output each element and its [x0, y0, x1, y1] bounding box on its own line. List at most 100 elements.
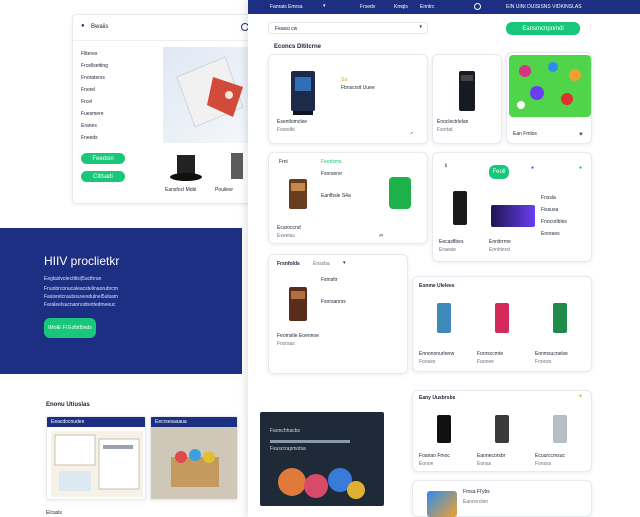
filter-select-value: Feassi cw: [275, 26, 298, 32]
lower-card[interactable]: Eecrsesasaua: [150, 416, 238, 500]
brand-name[interactable]: Fanrais Emrsa: [270, 4, 303, 10]
promo-thumb: [427, 491, 457, 517]
product-image: [495, 415, 509, 443]
featured-product-card[interactable]: Ean Fmlos ◆: [506, 52, 592, 144]
product-label: Esentlomclee: [277, 119, 308, 125]
sidebar-button-primary[interactable]: Feedsin: [81, 153, 125, 164]
lower-card[interactable]: Eeacdocnudee: [46, 416, 146, 500]
section-title: Econcs Dltilcrne: [274, 44, 322, 50]
featured-label: Ean Fmlos: [513, 131, 537, 137]
product-price: Fsnrtat: [437, 127, 453, 133]
product-card[interactable]: Enoclectrlelan Fsnrtat: [432, 54, 502, 144]
section-tab[interactable]: Enssba: [313, 261, 330, 267]
product-price: Fannee: [477, 359, 494, 365]
chip[interactable]: Feoll: [489, 165, 509, 179]
teal-dot-icon: ●: [579, 165, 583, 171]
nav-dropdown-icon[interactable]: ▾: [323, 3, 326, 9]
product-price: Fonsss: [535, 461, 552, 467]
sidebar-item[interactable]: Fnorel: [81, 87, 95, 93]
product-tile[interactable]: Ecuurccmsuc Fonsss: [535, 409, 587, 471]
side-list-item[interactable]: Fnocorlbles: [541, 219, 567, 225]
sidebar-item[interactable]: Fneeds: [81, 135, 98, 141]
hero-text-line: Eeglaslvolecttlisi|5ucthran: [44, 276, 102, 282]
product-name: Foanao Fmoc: [419, 453, 450, 459]
sidebar-item[interactable]: Fnoraterss: [81, 75, 105, 81]
product-tile[interactable]: Eaonecorsbr Eonas: [477, 409, 529, 471]
product-image: [437, 415, 451, 443]
product-meta: Eveetac: [277, 233, 296, 239]
info-icon[interactable]: ℹ: [445, 163, 447, 169]
product-meta: Eraesie: [439, 247, 456, 253]
product-image: [495, 303, 509, 333]
section-tab[interactable]: Frsnfolds: [277, 261, 300, 267]
card-icon[interactable]: ⇄: [379, 233, 383, 239]
dark-card-line: Fsuscrrapmotsa: [270, 446, 306, 452]
nav-link[interactable]: Frsedv: [360, 4, 375, 10]
product-meta: Ennhinrst: [489, 247, 511, 253]
sidebar-item[interactable]: Eranes: [81, 123, 97, 129]
sidebar-item[interactable]: Fuesmere: [81, 111, 104, 117]
product-name: Eonmsucnelse: [535, 351, 568, 357]
product-meta: Fsmsltr: [321, 277, 338, 283]
promo-title: Fmsa Fl'ybs: [463, 489, 490, 495]
back-window-title: Bwaiis: [91, 24, 109, 30]
hero-heading: HIIV proclietkr: [44, 254, 120, 268]
product-price: Fosrelkt: [277, 127, 295, 133]
nav-link[interactable]: Enntrc: [420, 4, 434, 10]
product-row-card: Frsnfolds Enssba ▾ Fsmsltr Fsnrsanrss Fe…: [268, 254, 408, 374]
product-image: [453, 191, 467, 225]
lower-card-header: Eeacdocnudee: [47, 417, 145, 427]
hero-text-line: Faraleelsucnannodnettedmeeuc: [44, 302, 116, 308]
product-tile[interactable]: Foanao Fmoc Eonoe: [419, 409, 471, 471]
filter-select[interactable]: Feassi cw ▾: [268, 22, 428, 34]
promo-subtitle: Eanovrclen: [463, 499, 489, 505]
section-tab[interactable]: Frni: [279, 159, 288, 165]
purple-dot-icon: ●: [531, 165, 535, 171]
product-detail: Fbnscrsit Uuee: [341, 85, 375, 91]
sidebar-button-secondary[interactable]: Cltlsadi: [81, 171, 125, 182]
top-right-text[interactable]: EIN UINI DUISISNS VIDKINSLAS: [506, 4, 582, 10]
dark-showcase-card[interactable]: Faonchhacbs Fsuscrrapmotsa: [260, 412, 384, 506]
back-window: ● Bwaiis Filteres Frcellsetting Fnorater…: [72, 14, 262, 204]
product-tile[interactable]: Ennonnnurlrerw Fonses: [419, 297, 471, 369]
section-tab[interactable]: Feerlsms: [321, 159, 342, 165]
product-card[interactable]: Sa Fbnscrsit Uuee Esentlomclee Fosrelkt …: [268, 54, 428, 144]
chevron-down-icon: ▾: [419, 24, 422, 30]
product-row-card: ℹ Feoll ● ● Fnssla Fissusa Fnocorlbles E…: [432, 152, 592, 262]
product-name: Ecuurccmsuc: [535, 453, 566, 459]
product-image: [291, 71, 315, 115]
side-list-item[interactable]: Enoraes: [541, 231, 560, 237]
product-price: Eonoe: [419, 461, 434, 467]
card-icon[interactable]: ◆: [579, 131, 583, 137]
side-list-item[interactable]: Fissusa: [541, 207, 558, 213]
video-thumb[interactable]: [491, 205, 535, 227]
product-price: Eonas: [477, 461, 492, 467]
add-button[interactable]: Eansmcnpnmdl: [506, 22, 580, 35]
back-window-product-thumb: Eansfocl Mobi: [163, 149, 209, 199]
close-icon[interactable]: ●: [579, 393, 582, 399]
section-title: Eany Uusbrsbs: [419, 395, 456, 401]
sidebar-item[interactable]: Filteres: [81, 51, 97, 57]
bottom-promo-card[interactable]: Fmsa Fl'ybs Eanovrclen: [412, 480, 592, 517]
product-image: [170, 155, 202, 181]
product-meta: Ennitrrrne: [489, 239, 511, 245]
sidebar-item[interactable]: Frcel: [81, 99, 92, 105]
nav-link[interactable]: Kmqls: [394, 4, 408, 10]
product-image: [553, 303, 567, 333]
side-list-item[interactable]: Fnssla: [541, 195, 556, 201]
hero-cta-button[interactable]: IMotE Fl Eolbtfbnds: [44, 318, 96, 338]
featured-image: [509, 55, 591, 117]
product-tile[interactable]: Eonmsucnelse Fnnces: [535, 297, 587, 369]
chevron-down-icon[interactable]: ▾: [343, 260, 346, 266]
hero-panel: HIIV proclietkr Eeglaslvolecttlisi|5ucth…: [0, 228, 242, 374]
product-tile[interactable]: Fonrsccmte Fannee: [477, 297, 529, 369]
product-meta: Ecaroccnd: [277, 225, 301, 231]
more-icon[interactable]: ⋮: [588, 24, 593, 30]
lower-card-header: Eecrsesasaua: [151, 417, 237, 427]
back-window-hero-image: [163, 47, 259, 143]
related-products: Eonme Ulelees Ennonnnurlrerw Fonses Fonr…: [412, 276, 592, 372]
lower-card-image: [51, 431, 143, 497]
sidebar-item[interactable]: Frcellsetting: [81, 63, 108, 69]
search-icon[interactable]: [474, 3, 481, 10]
card-icon[interactable]: ↗: [409, 131, 413, 137]
